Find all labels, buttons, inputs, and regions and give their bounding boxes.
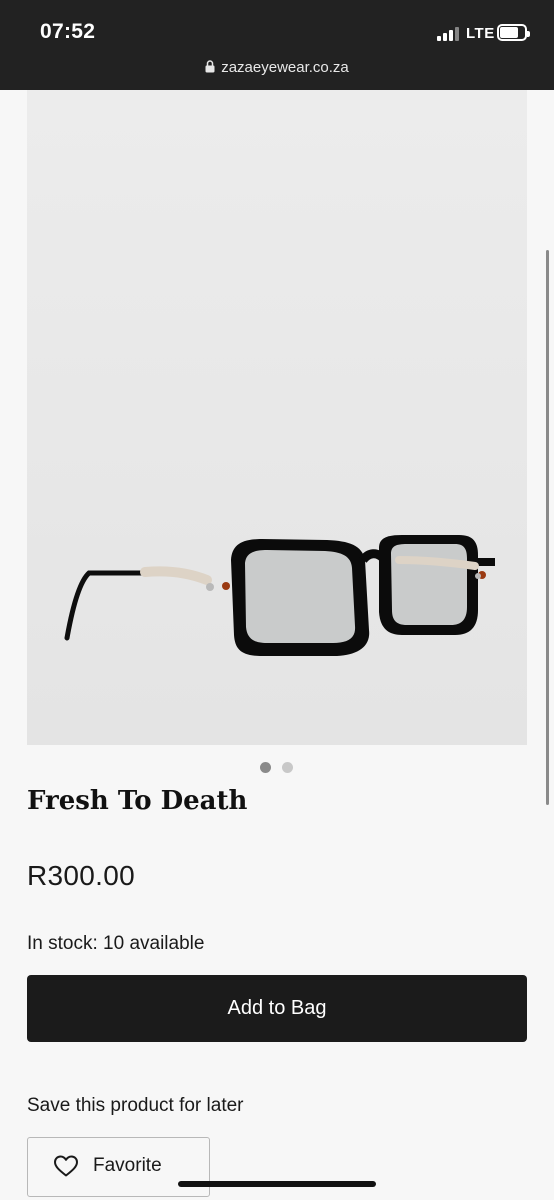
network-type: LTE — [466, 25, 495, 42]
carousel-dot-2[interactable] — [282, 762, 293, 773]
product-image[interactable] — [27, 90, 527, 745]
carousel-dot-1[interactable] — [260, 762, 271, 773]
battery-icon — [497, 24, 530, 41]
heart-icon — [53, 1154, 79, 1183]
add-to-bag-button[interactable]: Add to Bag — [27, 975, 527, 1042]
clock: 07:52 — [40, 20, 96, 43]
lock-icon — [205, 60, 215, 77]
save-for-later-label: Save this product for later — [27, 1095, 244, 1116]
home-indicator[interactable] — [178, 1181, 376, 1187]
favorite-button[interactable]: Favorite — [27, 1137, 210, 1197]
stock-status: In stock: 10 available — [27, 933, 205, 954]
product-title: Fresh To Death — [27, 786, 248, 816]
address-bar[interactable]: zazaeyewear.co.za — [0, 59, 554, 77]
signal-strength-icon — [437, 27, 459, 41]
favorite-label: Favorite — [93, 1155, 162, 1176]
eyeglasses-image — [27, 90, 527, 745]
scrollbar[interactable] — [546, 250, 549, 805]
url-text: zazaeyewear.co.za — [221, 59, 349, 76]
carousel-pagination — [0, 762, 554, 774]
product-price: R300.00 — [27, 860, 135, 891]
status-bar: 07:52 LTE zazaeyewear.co.za — [0, 0, 554, 90]
